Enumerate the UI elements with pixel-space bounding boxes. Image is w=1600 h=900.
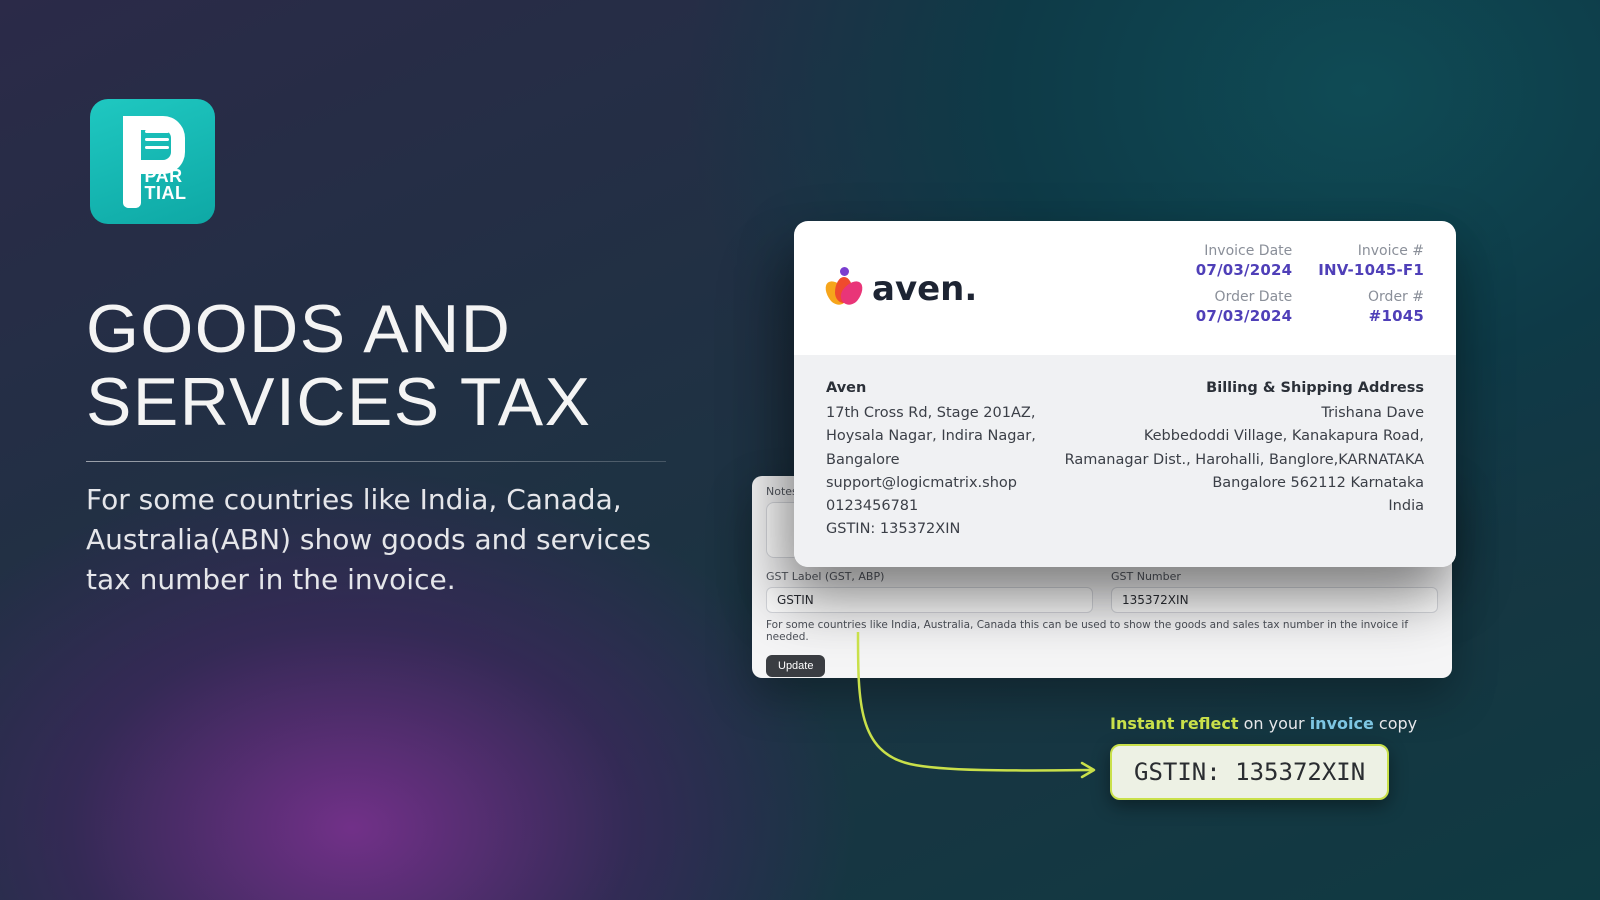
shipping-address: Billing & Shipping Address Trishana Dave… [1065, 377, 1424, 541]
order-date-value: 07/03/2024 [1196, 307, 1292, 325]
update-button[interactable]: Update [766, 655, 825, 677]
hero-subtitle: For some countries like India, Canada, A… [86, 480, 666, 600]
invoice-date-value: 07/03/2024 [1196, 261, 1292, 279]
company-address: Aven 17th Cross Rd, Stage 201AZ, Hoysala… [826, 377, 1036, 541]
order-no-label: Order # [1318, 289, 1424, 305]
invoice-brand: aven. [826, 243, 977, 335]
callout-text: Instant reflect on your invoice copy [1110, 714, 1417, 733]
divider [86, 461, 666, 462]
logo-text-2: TIAL [145, 183, 187, 203]
invoice-no-value: INV-1045-F1 [1318, 261, 1424, 279]
gst-number-input[interactable] [1111, 587, 1438, 613]
gstin-chip: GSTIN: 135372XIN [1110, 744, 1389, 800]
order-date-label: Order Date [1196, 289, 1292, 305]
invoice-preview: aven. Invoice Date 07/03/2024 Order Date… [794, 221, 1456, 567]
aven-logo-icon [826, 271, 862, 307]
invoice-no-label: Invoice # [1318, 243, 1424, 259]
gst-label-caption: GST Label (GST, ABP) [766, 570, 1093, 583]
gst-label-input[interactable] [766, 587, 1093, 613]
hero-section: Goods and services tax For some countrie… [86, 293, 666, 600]
hero-title: Goods and services tax [86, 293, 666, 439]
order-no-value: #1045 [1318, 307, 1424, 325]
invoice-date-label: Invoice Date [1196, 243, 1292, 259]
gst-number-caption: GST Number [1111, 570, 1438, 583]
gst-helper-text: For some countries like India, Australia… [766, 619, 1438, 643]
invoice-brand-name: aven. [872, 269, 977, 309]
company-gstin: GSTIN: 135372XIN [826, 518, 1036, 541]
partial-logo: PARTIAL [90, 99, 215, 224]
